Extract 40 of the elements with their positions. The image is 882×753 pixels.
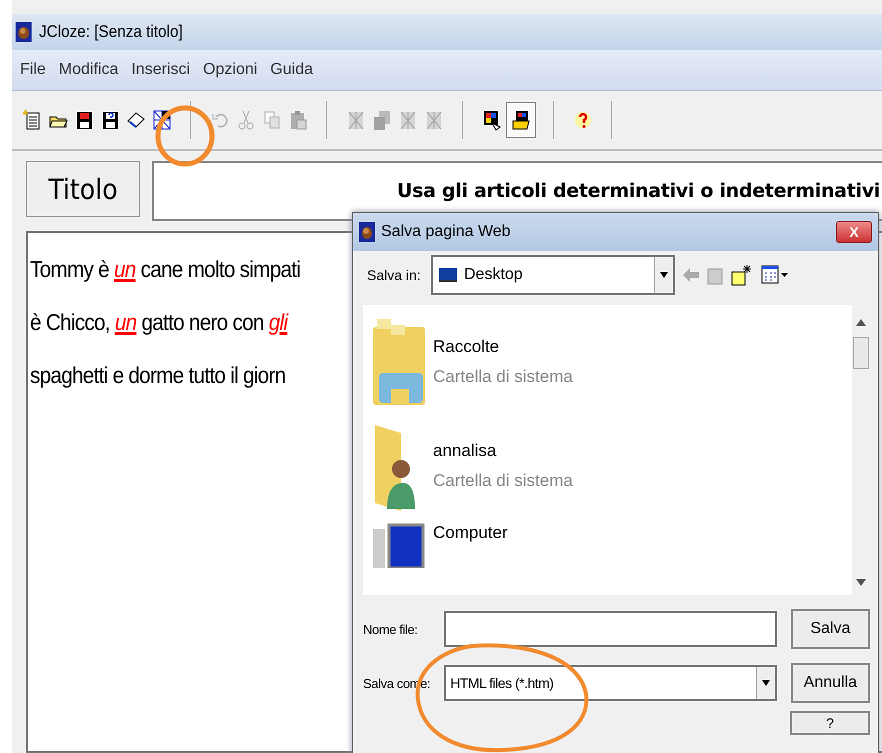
desktop-icon xyxy=(438,266,458,284)
new-folder-icon[interactable] xyxy=(731,264,753,286)
menu-item[interactable]: Guida xyxy=(270,61,313,79)
annotation-circle xyxy=(154,104,216,168)
item-name: Raccolte xyxy=(433,337,500,357)
location-entry[interactable]: Computer xyxy=(371,523,852,568)
close-button[interactable]: X xyxy=(836,221,872,243)
hand-icon xyxy=(359,222,375,242)
scroll-up-icon[interactable] xyxy=(856,319,866,327)
location-entry[interactable]: annalisa Cartella di sistema xyxy=(371,419,852,513)
view-menu-icon[interactable] xyxy=(761,265,789,285)
file-name-field[interactable] xyxy=(444,611,777,647)
save-button[interactable]: Salva xyxy=(790,609,870,649)
scroll-down-icon[interactable] xyxy=(856,579,866,587)
file-name-label: Nome file: xyxy=(363,622,419,636)
item-name: annalisa xyxy=(433,441,498,461)
text-line: spaghetti e dorme tutto il giorn xyxy=(30,361,286,390)
menu-item[interactable]: File xyxy=(20,61,46,79)
menu-item[interactable]: Opzioni xyxy=(203,61,258,79)
title-button[interactable]: Titolo xyxy=(26,161,140,217)
text-line: Tommy è un cane molto simpati xyxy=(30,255,300,284)
menu-item[interactable]: Inserisci xyxy=(131,61,190,79)
file-type-dropdown[interactable]: HTML files (*.htm) xyxy=(444,665,777,701)
location-entry[interactable]: Raccolte Cartella di sistema xyxy=(371,315,852,409)
window-title: JCloze: [Senza titolo] xyxy=(39,22,183,42)
item-type: Cartella di sistema xyxy=(433,471,573,491)
dialog-title: Salva pagina Web xyxy=(381,223,512,241)
exercise-title: Usa gli articoli determinativi o indeterminativi xyxy=(396,180,881,202)
text-line: è Chicco, un gatto nero con gli xyxy=(30,308,288,337)
help-button[interactable]: ? xyxy=(790,711,870,735)
item-type: Cartella di sistema xyxy=(433,367,573,387)
location-dropdown[interactable]: Desktop xyxy=(431,255,675,295)
computer-icon xyxy=(371,523,427,568)
cancel-button[interactable]: Annulla xyxy=(790,663,870,703)
scroll-thumb[interactable] xyxy=(853,337,869,369)
colored-folder-icon[interactable] xyxy=(506,102,536,138)
item-name: Computer xyxy=(433,523,508,543)
menu-item[interactable]: Modifica xyxy=(58,61,118,79)
save-in-label: Salva in: xyxy=(367,267,422,283)
hand-icon xyxy=(16,22,32,42)
